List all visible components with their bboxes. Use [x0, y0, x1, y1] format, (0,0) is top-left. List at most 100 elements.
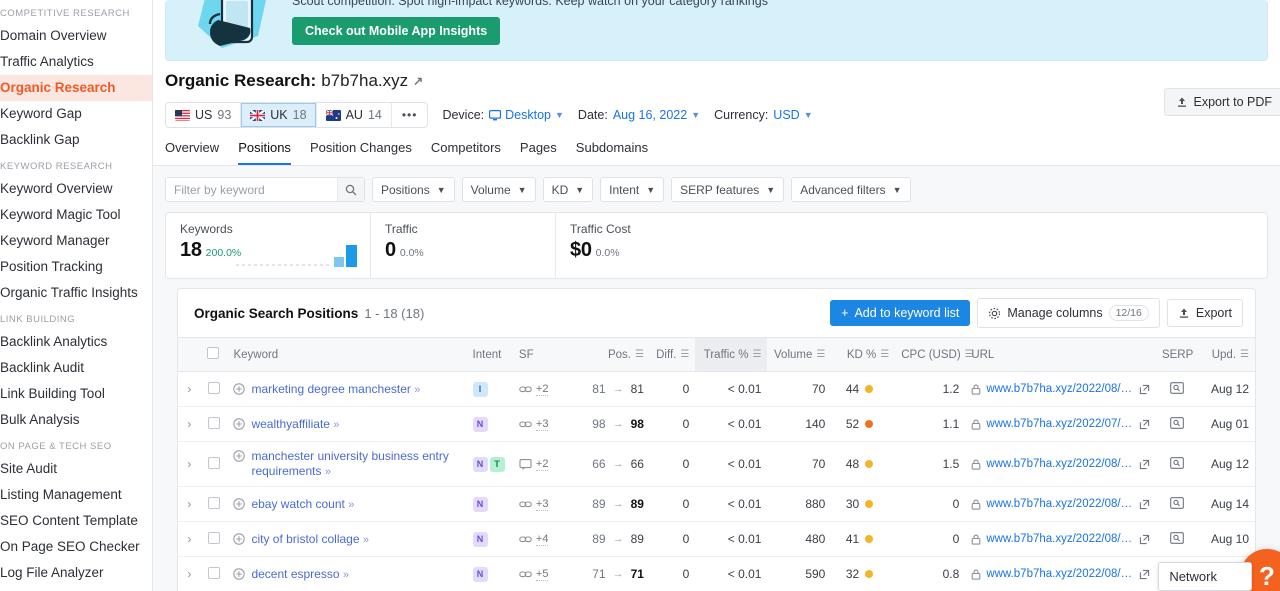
filter-volume[interactable]: Volume ▼ [461, 177, 536, 202]
sort-icon[interactable]: ☰ [816, 349, 825, 360]
intent-badge-n[interactable]: N [472, 531, 488, 547]
url-link[interactable]: www.b7b7ha.xyz/2022/08/ti…html [986, 568, 1134, 580]
column-header-cpc[interactable]: CPC (USD) ☰ [895, 337, 974, 372]
keyword-link[interactable]: decent espresso [251, 567, 339, 581]
chevron-right-icon[interactable]: › [187, 532, 191, 546]
url-link[interactable]: www.b7b7ha.xyz/2022/08/e…html [986, 498, 1134, 510]
intent-badge-i[interactable]: I [472, 381, 488, 397]
filter-kd[interactable]: KD ▼ [542, 177, 594, 202]
url-link[interactable]: www.b7b7ha.xyz/2022/07/w…html [986, 418, 1134, 430]
row-select-checkbox[interactable] [208, 496, 221, 509]
sidebar-item-backlink-gap[interactable]: Backlink Gap [0, 127, 152, 153]
sidebar-item-bulk-analysis[interactable]: Bulk Analysis [0, 407, 152, 433]
geo-option-uk[interactable]: UK 18 [241, 103, 317, 127]
export-button[interactable]: Export [1166, 299, 1243, 327]
add-keyword-icon[interactable] [233, 417, 246, 430]
serp-preview-icon[interactable] [1169, 416, 1184, 429]
tab-overview[interactable]: Overview [165, 140, 219, 165]
add-keyword-icon[interactable] [233, 450, 246, 462]
keyword-link[interactable]: wealthyaffiliate [251, 417, 330, 431]
add-keyword-icon[interactable] [233, 382, 246, 395]
sort-icon[interactable]: ☰ [1240, 349, 1249, 360]
row-select-checkbox[interactable] [208, 381, 221, 394]
sort-icon[interactable]: ☰ [752, 349, 761, 360]
row-expand-toggle[interactable]: › [178, 441, 201, 487]
keyword-expand-icon[interactable]: » [333, 419, 339, 431]
external-link-icon[interactable] [1139, 459, 1150, 470]
intent-badge-n[interactable]: N [472, 496, 488, 512]
url-link[interactable]: www.b7b7ha.xyz/2022/08/a…html [986, 458, 1134, 470]
table-row[interactable]: › decent espresso » N +5 71 → 71 0 < 0.01 590 32 0.… [178, 556, 1255, 591]
sort-icon[interactable]: ☰ [680, 349, 689, 360]
table-row[interactable]: › manchester university business entry re… [178, 441, 1255, 487]
external-link-icon[interactable] [1139, 499, 1150, 510]
chevron-right-icon[interactable]: › [187, 457, 191, 471]
sf-count[interactable]: +4 [535, 533, 549, 546]
promo-cta-button[interactable]: Check out Mobile App Insights [292, 17, 501, 45]
sidebar-item-seo-content-template[interactable]: SEO Content Template [0, 508, 152, 534]
tab-position-changes[interactable]: Position Changes [310, 140, 412, 165]
sidebar-item-organic-traffic-insights[interactable]: Organic Traffic Insights [0, 280, 152, 306]
search-button[interactable] [337, 178, 364, 201]
sidebar-item-on-page-seo-checker[interactable]: On Page SEO Checker [0, 534, 152, 560]
table-row[interactable]: › ebay watch count » N +3 89 → 89 0 < 0.01 880 30 0… [178, 486, 1255, 522]
row-select-checkbox[interactable] [208, 566, 221, 579]
sidebar-item-keyword-manager[interactable]: Keyword Manager [0, 228, 152, 254]
row-select-checkbox[interactable] [208, 531, 221, 544]
chevron-right-icon[interactable]: › [187, 497, 191, 511]
keyword-expand-icon[interactable]: » [348, 499, 354, 511]
geo-option-au[interactable]: AU 14 [317, 103, 392, 127]
add-keyword-icon[interactable] [233, 532, 246, 545]
keyword-expand-icon[interactable]: » [325, 466, 331, 478]
sf-count[interactable]: +2 [535, 458, 549, 471]
row-checkbox[interactable] [200, 556, 228, 591]
intent-badge-n[interactable]: N [472, 566, 488, 582]
column-header-traffic[interactable]: Traffic % ☰ [695, 337, 768, 372]
serp-preview-icon[interactable] [1169, 531, 1184, 544]
page-title-domain[interactable]: b7b7ha.xyz [321, 71, 408, 91]
column-header-diff[interactable]: Diff. ☰ [649, 337, 696, 372]
tab-competitors[interactable]: Competitors [431, 140, 501, 165]
sf-count[interactable]: +5 [535, 568, 549, 581]
promo-banner[interactable]: Scout competition. Spot high-impact keyw… [165, 0, 1268, 61]
sidebar-item-domain-overview[interactable]: Domain Overview [0, 23, 152, 49]
sidebar-item-keyword-overview[interactable]: Keyword Overview [0, 176, 152, 202]
row-checkbox[interactable] [200, 441, 228, 487]
row-select-checkbox[interactable] [208, 456, 221, 469]
filter-serp-features[interactable]: SERP features ▼ [671, 177, 785, 202]
serp-cell[interactable] [1155, 441, 1198, 487]
sidebar-item-backlink-audit[interactable]: Backlink Audit [0, 355, 152, 381]
date-value-dropdown[interactable]: Aug 16, 2022 ▼ [613, 108, 700, 122]
sidebar-item-link-building-tool[interactable]: Link Building Tool [0, 381, 152, 407]
chevron-right-icon[interactable]: › [187, 417, 191, 431]
keyword-link[interactable]: manchester university business entry req… [251, 449, 448, 478]
sidebar-item-keyword-magic-tool[interactable]: Keyword Magic Tool [0, 202, 152, 228]
row-select-checkbox[interactable] [208, 416, 221, 429]
keyword-expand-icon[interactable]: » [363, 534, 369, 546]
row-checkbox[interactable] [200, 371, 228, 407]
serp-preview-icon[interactable] [1169, 496, 1184, 509]
keyword-expand-icon[interactable]: » [414, 384, 420, 396]
sidebar-item-site-audit[interactable]: Site Audit [0, 456, 152, 482]
sidebar-item-traffic-analytics[interactable]: Traffic Analytics [0, 49, 152, 75]
url-link[interactable]: www.b7b7ha.xyz/2022/08/a…html [986, 533, 1134, 545]
export-to-pdf-button[interactable]: Export to PDF [1163, 88, 1280, 116]
row-expand-toggle[interactable]: › [178, 406, 201, 442]
sidebar-item-position-tracking[interactable]: Position Tracking [0, 254, 152, 280]
chevron-right-icon[interactable]: › [187, 567, 191, 581]
geo-selector[interactable]: US 93 UK 18 AU 14 ••• [165, 102, 429, 128]
keyword-expand-icon[interactable]: » [343, 569, 349, 581]
chevron-right-icon[interactable]: › [187, 382, 191, 396]
keyword-link[interactable]: city of bristol collage [251, 532, 359, 546]
device-value-dropdown[interactable]: Desktop ▼ [489, 108, 564, 122]
serp-cell[interactable] [1155, 486, 1198, 522]
row-expand-toggle[interactable]: › [178, 521, 201, 557]
geo-more-button[interactable]: ••• [392, 103, 428, 127]
column-header-upd[interactable]: Upd. ☰ [1197, 337, 1255, 372]
sidebar-item-log-file-analyzer[interactable]: Log File Analyzer [0, 560, 152, 586]
add-keyword-icon[interactable] [233, 567, 246, 580]
row-checkbox[interactable] [200, 486, 228, 522]
tab-positions[interactable]: Positions [238, 140, 291, 165]
row-expand-toggle[interactable]: › [178, 486, 201, 522]
row-checkbox[interactable] [200, 521, 228, 557]
